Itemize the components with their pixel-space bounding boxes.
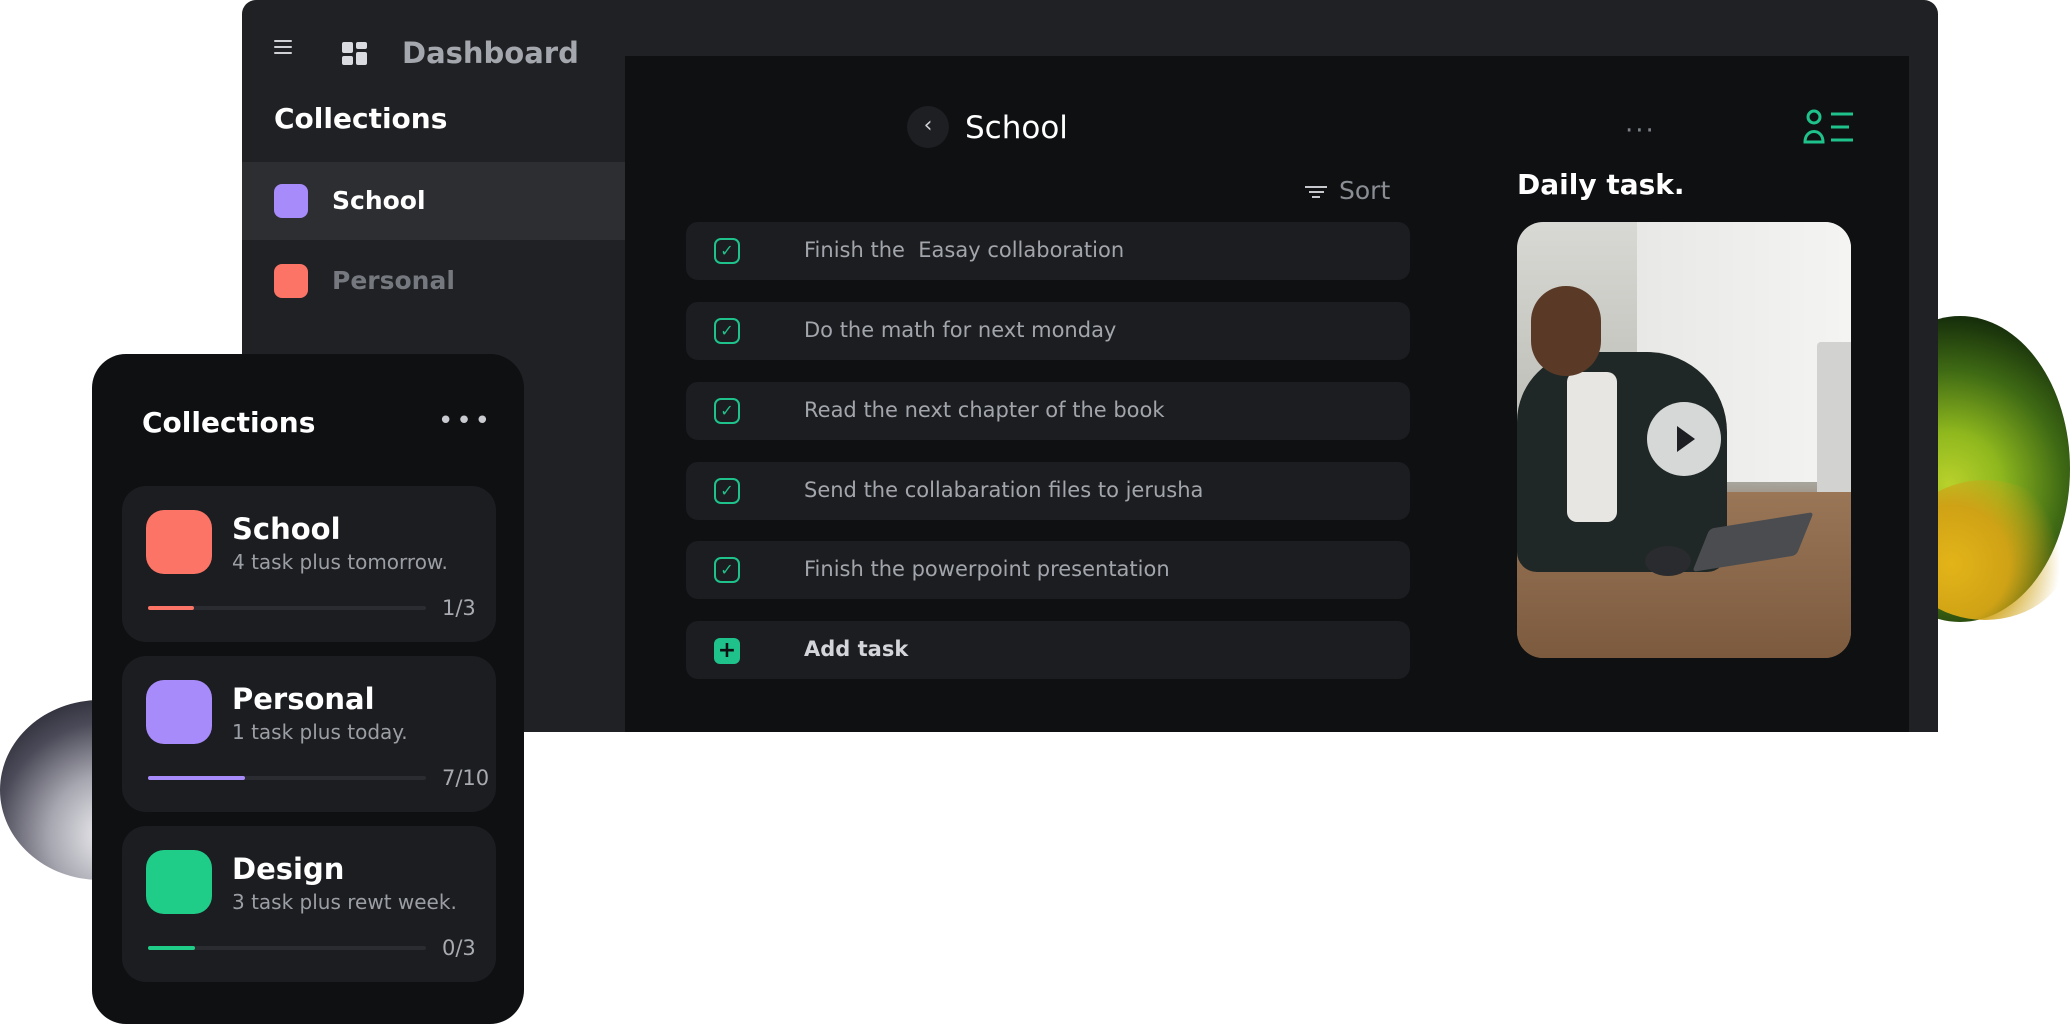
add-task-label: Add task: [804, 637, 909, 661]
progress-bar: [148, 946, 426, 950]
task-row[interactable]: ✓ Finish the Easay collaboration: [686, 222, 1410, 280]
personal-color-swatch: [274, 264, 308, 298]
back-button[interactable]: ‹: [907, 106, 949, 148]
collection-count: 0/3: [442, 936, 476, 960]
checkbox-checked-icon[interactable]: ✓: [714, 557, 740, 583]
collection-subtitle: 1 task plus today.: [232, 720, 408, 744]
collection-item-design[interactable]: Design 3 task plus rewt week. 0/3: [122, 826, 496, 982]
task-text: Send the collabaration files to jerusha: [804, 478, 1204, 502]
sidebar-item-school[interactable]: School: [242, 162, 625, 240]
collections-card: Collections ••• School 4 task plus tomor…: [92, 354, 524, 1024]
school-collection-icon: [146, 510, 212, 574]
task-row[interactable]: ✓ Send the collabaration files to jerush…: [686, 462, 1410, 520]
sidebar-item-label: School: [332, 186, 426, 215]
task-text: Finish the Easay collaboration: [804, 238, 1125, 262]
checkbox-checked-icon[interactable]: ✓: [714, 318, 740, 344]
play-icon[interactable]: [1647, 402, 1721, 476]
dashboard-grid-icon: [342, 42, 368, 66]
daily-task-heading: Daily task.: [1517, 168, 1685, 201]
more-options-icon[interactable]: ···: [1625, 116, 1656, 146]
school-color-swatch: [274, 184, 308, 218]
sort-label: Sort: [1339, 176, 1391, 205]
collection-name: Design: [232, 852, 345, 886]
task-text: Read the next chapter of the book: [804, 398, 1165, 422]
card-title: Collections: [142, 406, 316, 439]
task-text: Do the math for next monday: [804, 318, 1117, 342]
checkbox-checked-icon[interactable]: ✓: [714, 478, 740, 504]
task-text: Finish the powerpoint presentation: [804, 557, 1170, 581]
task-list-panel: ‹ School ··· Sort ✓ Finish the Easay col…: [625, 56, 1909, 732]
sidebar-item-personal[interactable]: Personal: [242, 242, 625, 320]
task-row[interactable]: ✓ Read the next chapter of the book: [686, 382, 1410, 440]
more-options-icon[interactable]: •••: [438, 406, 493, 436]
list-title: School: [965, 110, 1068, 146]
collection-name: School: [232, 512, 341, 546]
add-task-button[interactable]: + Add task: [686, 621, 1410, 679]
collection-item-personal[interactable]: Personal 1 task plus today. 7/10: [122, 656, 496, 812]
user-list-icon[interactable]: [1803, 108, 1855, 146]
collection-count: 1/3: [442, 596, 476, 620]
menu-icon[interactable]: [274, 40, 292, 54]
task-row[interactable]: ✓ Do the math for next monday: [686, 302, 1410, 360]
topbar: Dashboard: [242, 0, 1938, 70]
personal-collection-icon: [146, 680, 212, 744]
progress-bar: [148, 606, 426, 610]
page-title: Dashboard: [402, 36, 579, 70]
filter-icon: [1305, 183, 1327, 201]
collection-subtitle: 4 task plus tomorrow.: [232, 550, 448, 574]
collection-subtitle: 3 task plus rewt week.: [232, 890, 457, 914]
collection-name: Personal: [232, 682, 375, 716]
design-collection-icon: [146, 850, 212, 914]
sidebar-heading: Collections: [274, 102, 448, 135]
task-row[interactable]: ✓ Finish the powerpoint presentation: [686, 541, 1410, 599]
checkbox-checked-icon[interactable]: ✓: [714, 238, 740, 264]
sort-button[interactable]: Sort: [1305, 176, 1390, 205]
sidebar-item-label: Personal: [332, 266, 455, 295]
progress-bar: [148, 776, 426, 780]
checkbox-checked-icon[interactable]: ✓: [714, 398, 740, 424]
collection-item-school[interactable]: School 4 task plus tomorrow. 1/3: [122, 486, 496, 642]
plus-icon: +: [714, 638, 740, 664]
collection-count: 7/10: [442, 766, 490, 790]
video-thumbnail[interactable]: [1517, 222, 1851, 658]
